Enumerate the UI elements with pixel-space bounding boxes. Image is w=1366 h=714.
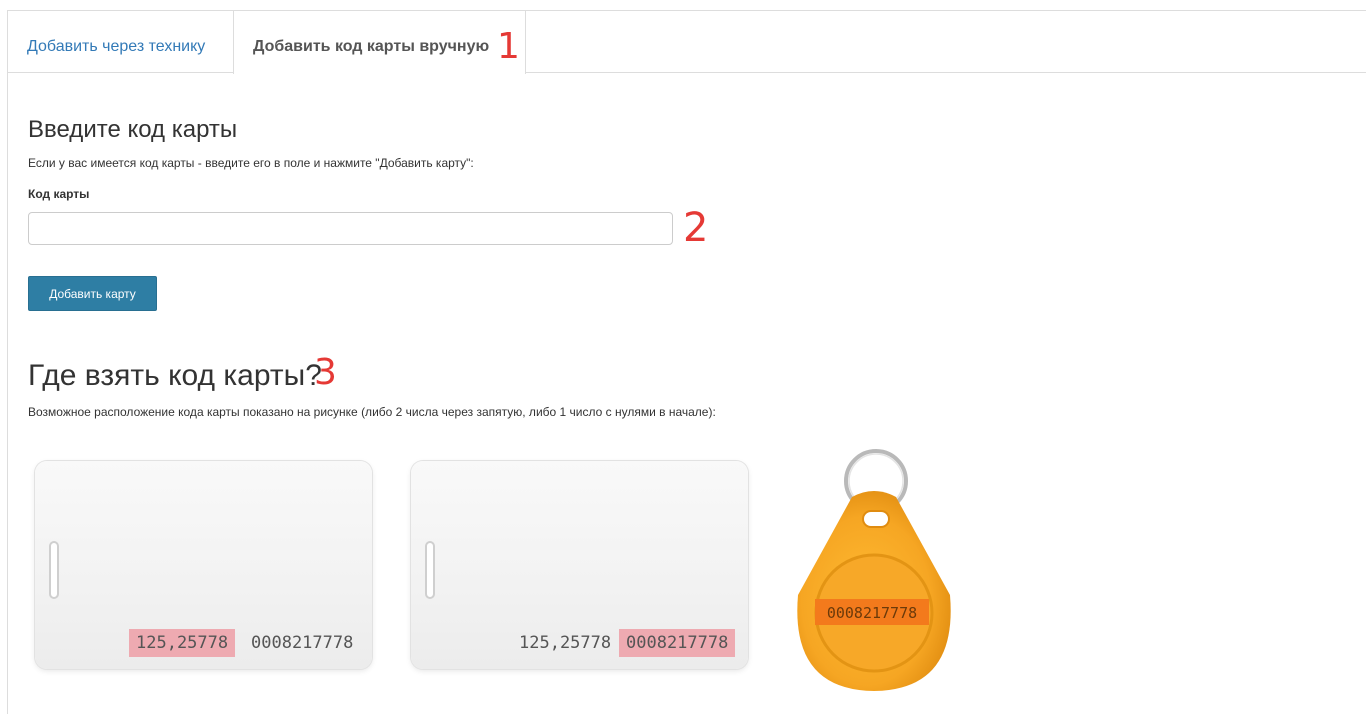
- tab-bar: Добавить через технику Добавить код карт…: [8, 11, 1366, 74]
- keyfob-image: 0008217778: [797, 449, 951, 691]
- card-code-label: Код карты: [28, 187, 90, 201]
- card-code-comma-highlighted: 125,25778: [129, 629, 236, 657]
- annotation-marker-3: 3: [314, 352, 337, 393]
- enter-code-description: Если у вас имеется код карты - введите е…: [28, 156, 474, 170]
- card-code-comma: 125,25778: [519, 633, 612, 653]
- card-slot: [49, 541, 59, 599]
- section-title-enter-code: Введите код карты: [28, 116, 238, 143]
- keyfob-code: 0008217778: [827, 604, 917, 622]
- keyfob-hole: [862, 510, 890, 528]
- annotation-marker-2: 2: [683, 205, 709, 251]
- card-slot: [425, 541, 435, 599]
- card-example-zeros-code: 125,25778 0008217778: [411, 461, 748, 669]
- tab-add-via-device[interactable]: Добавить через технику: [8, 11, 233, 73]
- annotation-marker-1: 1: [497, 26, 520, 67]
- add-card-button[interactable]: Добавить карту: [28, 276, 157, 311]
- card-code-leading-zeros-highlighted: 0008217778: [619, 629, 736, 657]
- card-example-comma-code: 125,25778 0008217778: [35, 461, 372, 669]
- card-code-leading-zeros: 0008217778: [251, 633, 354, 653]
- where-code-description: Возможное расположение кода карты показа…: [28, 405, 716, 419]
- tab-add-manually[interactable]: Добавить код карты вручную: [233, 11, 526, 74]
- card-code-input[interactable]: [28, 212, 673, 245]
- section-title-where-code: Где взять код карты?: [28, 359, 322, 392]
